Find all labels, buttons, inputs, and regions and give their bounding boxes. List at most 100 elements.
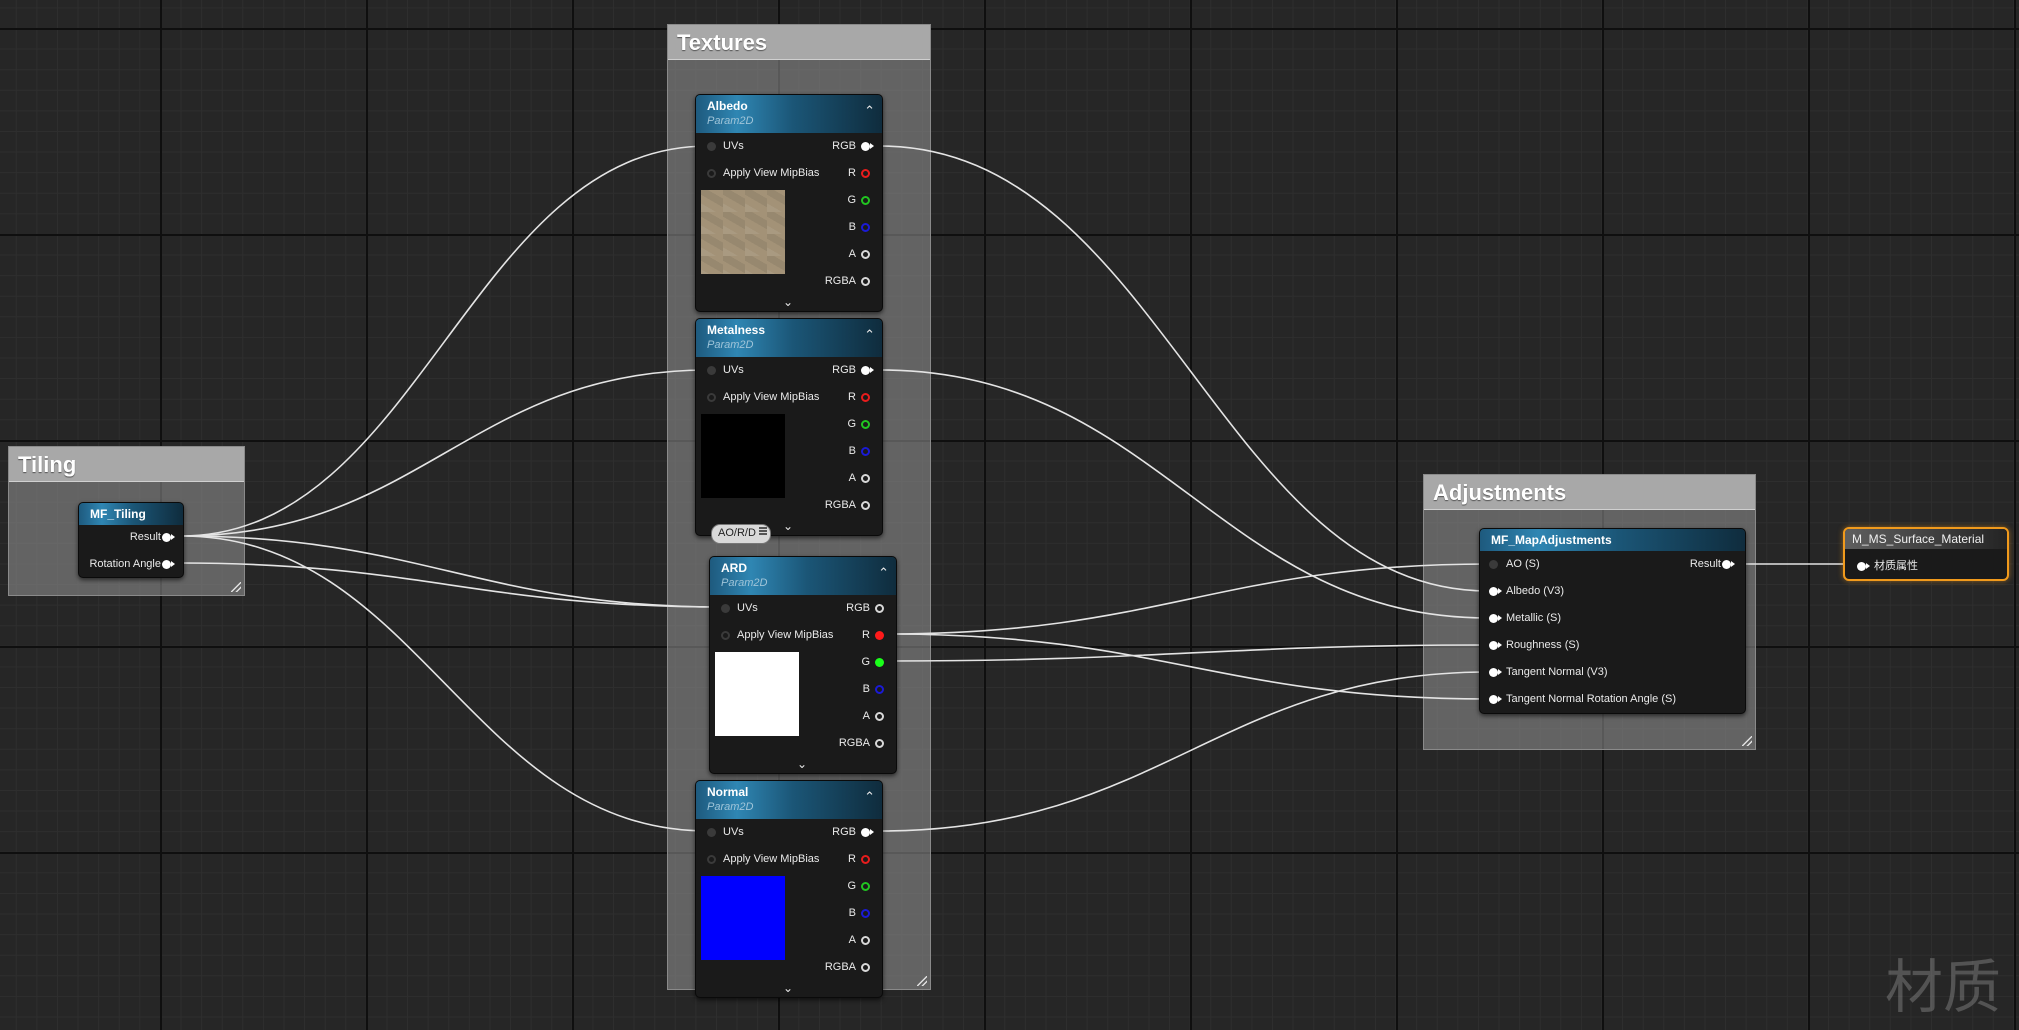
texture-node-albedo[interactable]: Albedo Param2D ⌃ UVs Apply View MipBias … [695,94,883,312]
wire-ard-r-ao [887,563,1489,635]
pin-r[interactable] [861,393,870,402]
reroute-tag-label: AO/R/D [718,527,756,539]
node-header[interactable]: Normal Param2D ⌃ [696,781,882,819]
collapse-chevron-icon[interactable]: ⌃ [864,789,875,805]
wire-metalness-rgb-adjust [879,369,1489,619]
node-header[interactable]: Albedo Param2D ⌃ [696,95,882,133]
pin-rgb[interactable] [861,142,874,151]
texture-preview-ard [715,652,799,736]
pin-label-rgba: RGBA [838,737,870,749]
pin-label-tangent-normal-rotation: Tangent Normal Rotation Angle (S) [1506,693,1676,705]
pin-rgb[interactable] [861,366,874,375]
pin-rotation-angle[interactable] [162,560,175,569]
texture-node-normal[interactable]: Normal Param2D ⌃ UVs Apply View MipBias … [695,780,883,998]
pin-label-r: R [862,629,870,641]
pin-a[interactable] [875,712,884,721]
expand-chevron-icon[interactable]: ⌄ [783,519,793,533]
pin-label-r: R [848,853,856,865]
reroute-tag[interactable]: AO/R/D [711,524,771,544]
pin-label-g: G [847,194,856,206]
material-output-node[interactable]: M_MS_Surface_Material 材质属性 [1843,527,2009,581]
pin-b[interactable] [875,685,884,694]
wire-albedo-rgb-adjust [879,145,1489,592]
pin-mipbias[interactable] [707,169,716,178]
node-header[interactable]: M_MS_Surface_Material [1845,529,2007,549]
pin-roughness[interactable] [1489,641,1502,650]
pin-r[interactable] [875,631,884,640]
pin-mipbias[interactable] [707,855,716,864]
pin-uvs[interactable] [707,142,716,151]
pin-rgba[interactable] [861,963,870,972]
node-subtitle: Param2D [707,801,754,813]
pin-a[interactable] [861,474,870,483]
pin-label-rgb: RGB [832,826,856,838]
pin-albedo[interactable] [1489,587,1502,596]
pin-ao[interactable] [1489,560,1498,569]
node-subtitle: Param2D [707,115,754,127]
pin-label-roughness: Roughness (S) [1506,639,1580,651]
node-title: MF_MapAdjustments [1491,533,1612,547]
pin-mipbias[interactable] [721,631,730,640]
node-header[interactable]: Metalness Param2D ⌃ [696,319,882,357]
collapse-chevron-icon[interactable]: ⌃ [878,565,889,581]
pin-g[interactable] [861,420,870,429]
pin-r[interactable] [861,169,870,178]
texture-node-metalness[interactable]: Metalness Param2D ⌃ UVs Apply View MipBi… [695,318,883,536]
settings-icon[interactable] [758,526,768,536]
pin-a[interactable] [861,250,870,259]
mf-tiling-node[interactable]: MF_Tiling Result Rotation Angle [78,502,184,578]
pin-result[interactable] [162,533,175,542]
pin-label-uvs: UVs [723,364,744,376]
pin-label-result: Result [1689,558,1721,570]
pin-r[interactable] [861,855,870,864]
pin-b[interactable] [861,447,870,456]
pin-rgb[interactable] [861,828,874,837]
pin-metallic[interactable] [1489,614,1502,623]
pin-rgba[interactable] [861,277,870,286]
resize-handle-icon[interactable] [1742,736,1752,746]
node-header[interactable]: MF_Tiling [79,503,183,525]
pin-rgba[interactable] [861,501,870,510]
pin-g[interactable] [861,196,870,205]
collapse-chevron-icon[interactable]: ⌃ [864,103,875,119]
texture-node-ard[interactable]: ARD Param2D ⌃ UVs Apply View MipBias RGB… [709,556,897,774]
pin-g[interactable] [875,658,884,667]
pin-label-rgba: RGBA [824,961,856,973]
resize-handle-icon[interactable] [917,976,927,986]
comment-title: Tiling [9,447,244,482]
pin-rgba[interactable] [875,739,884,748]
pin-rgb[interactable] [875,604,884,613]
pin-label-rgb: RGB [846,602,870,614]
pin-mipbias[interactable] [707,393,716,402]
pin-label-rgb: RGB [832,140,856,152]
node-header[interactable]: MF_MapAdjustments [1480,529,1745,551]
expand-chevron-icon[interactable]: ⌄ [783,295,793,309]
pin-tangent-normal-rotation[interactable] [1489,695,1502,704]
pin-material-attributes[interactable] [1857,562,1870,571]
pin-label-tangent-normal: Tangent Normal (V3) [1506,666,1608,678]
pin-uvs[interactable] [721,604,730,613]
pin-label-rgb: RGB [832,364,856,376]
collapse-chevron-icon[interactable]: ⌃ [864,327,875,343]
texture-preview-albedo [701,190,785,274]
pin-g[interactable] [861,882,870,891]
expand-chevron-icon[interactable]: ⌄ [797,757,807,771]
expand-chevron-icon[interactable]: ⌄ [783,981,793,995]
pin-label-a: A [848,248,856,260]
pin-uvs[interactable] [707,828,716,837]
node-title: M_MS_Surface_Material [1852,532,1985,546]
node-title: Metalness [707,323,766,337]
pin-tangent-normal[interactable] [1489,668,1502,677]
pin-b[interactable] [861,909,870,918]
pin-label-rotation-angle: Rotation Angle [89,558,161,570]
pin-a[interactable] [861,936,870,945]
node-subtitle: Param2D [721,577,768,589]
pin-result[interactable] [1722,560,1735,569]
pin-uvs[interactable] [707,366,716,375]
resize-handle-icon[interactable] [231,582,241,592]
node-header[interactable]: ARD Param2D ⌃ [710,557,896,595]
pin-label-uvs: UVs [723,140,744,152]
pin-label-material-attributes: 材质属性 [1874,559,1918,572]
pin-b[interactable] [861,223,870,232]
mf-mapadjustments-node[interactable]: MF_MapAdjustments AO (S) Albedo (V3) Met… [1479,528,1746,714]
